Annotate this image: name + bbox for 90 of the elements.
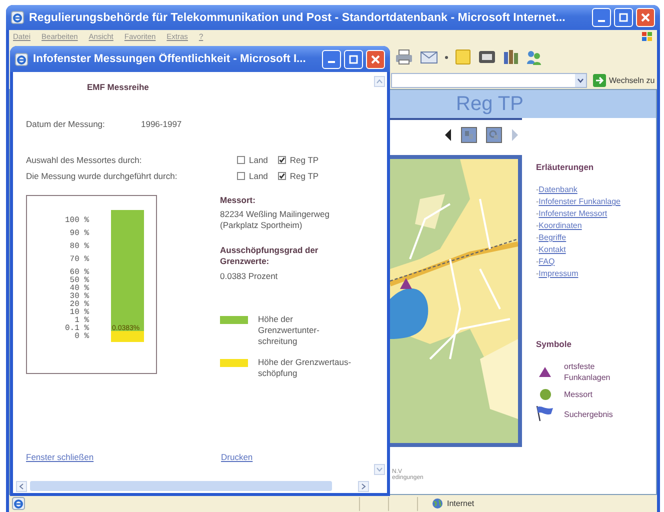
scale-label: 0.1 % [64,324,89,333]
field-value: 1996-1997 [141,119,182,129]
legend-label: Höhe der Grenzwertunter- schreitung [258,314,320,347]
link-marker: - [536,208,539,220]
dropdown-dot-icon[interactable] [445,56,448,58]
scale-label: 40 % [70,284,89,293]
minimize-icon [598,20,605,22]
checkbox-label: Reg TP [290,155,319,165]
maximize-button[interactable] [614,8,633,27]
link-marker: - [536,268,539,280]
link-marker: - [536,184,539,196]
minimize-button[interactable] [322,50,341,68]
maximize-icon [349,54,358,64]
field-label: Datum der Messung: [26,119,106,129]
field-label: Die Messung wurde durchgeführt durch: [26,171,178,181]
address-field[interactable] [391,72,587,88]
legend-label: Messort [564,389,594,400]
section-heading: Symbole [536,339,572,349]
media-icon[interactable] [478,49,496,65]
windows-logo-icon [641,31,653,42]
scale-label: 80 % [70,242,89,251]
link-marker: - [536,220,539,232]
close-button[interactable] [366,50,385,68]
printer-icon[interactable] [395,49,413,65]
sidebar-link[interactable]: Infofenster Funkanlage [538,196,621,208]
sidebar-link[interactable]: Impressum [538,268,578,280]
mail-icon[interactable] [420,50,438,64]
page-heading: EMF Messreihe [86,82,150,92]
close-button[interactable] [636,8,655,27]
checkbox[interactable] [278,172,286,180]
sidebar-link[interactable]: Datenbank [538,184,578,196]
magnifier-icon [489,130,499,140]
field-label: Ausschöpfungsgrad der Grenzwerte: [220,245,320,267]
field-value: 82234 Weßling Mailingerweg (Parkplatz Sportheim) [220,209,330,231]
scale-label: 0 % [74,332,89,341]
checkbox[interactable] [237,172,245,180]
checkbox-label: Land [249,155,268,165]
scale-label: 100 % [64,216,89,225]
checkbox[interactable] [278,156,286,164]
field-label: Messort: [220,195,256,205]
link-marker: - [536,196,539,208]
text-link[interactable]: Drucken [221,452,253,462]
browser-icon [11,11,24,24]
sidebar-link[interactable]: Kontakt [538,244,566,256]
maximize-button[interactable] [344,50,363,68]
field-value: 0.0383 Prozent [220,271,279,282]
arrow-icon [593,74,606,86]
checkbox-label: Land [249,171,268,181]
globe-icon [432,498,443,509]
close-icon [371,54,380,64]
checkbox-label: Reg TP [290,171,319,181]
close-icon [641,13,650,22]
sidebar-link[interactable]: FAQ [538,256,555,268]
legend-label: Suchergebnis [564,408,614,420]
checkbox[interactable] [237,156,245,164]
minimize-button[interactable] [592,8,611,27]
scale-label: 70 % [70,255,89,264]
scale-label: 90 % [70,229,89,238]
minimize-icon [328,61,335,63]
field-label: Auswahl des Messortes durch: [26,155,143,165]
link-marker: - [536,244,539,256]
text-link[interactable]: Fenster schließen [26,452,221,462]
scale-label: 20 % [70,300,89,309]
scale-label: 50 % [70,276,89,285]
legend-label: ortsfeste Funkanlagen [564,361,612,383]
legend-label: Höhe der Grenzwertaus- schöpfung [258,357,352,379]
section-heading: Erläuterungen [536,162,595,172]
site-title: Reg TP [456,92,524,116]
scroll-right-button[interactable] [358,480,369,492]
map-tool-icon [464,130,474,140]
maximize-icon [619,13,628,22]
browser-icon [15,52,28,66]
scale-label: 60 % [70,268,89,277]
link-marker: - [536,232,539,244]
sidebar-link[interactable]: Koordinaten [538,220,582,232]
scale-label: 30 % [70,292,89,301]
books-icon[interactable] [503,49,519,65]
scroll-left-button[interactable] [16,480,27,492]
previous-arrow-icon[interactable] [445,129,452,141]
scale-label: 10 % [70,308,89,317]
people-icon[interactable] [526,49,542,65]
browser-icon [12,497,25,510]
sidebar-link[interactable]: Infofenster Messort [538,208,608,220]
scale-label: 1 % [74,316,89,325]
go-button[interactable]: Wechseln zu [591,74,657,86]
status-zone: Internet [447,499,474,508]
sidebar-link[interactable]: Begriffe [538,232,566,244]
link-marker: - [536,256,539,268]
scrollbar-thumb[interactable] [30,481,332,491]
window-title: Regulierungsbehörde für Telekommunikation und Post - Standortdatenbank - Microsoft Internet... [28,11,566,24]
